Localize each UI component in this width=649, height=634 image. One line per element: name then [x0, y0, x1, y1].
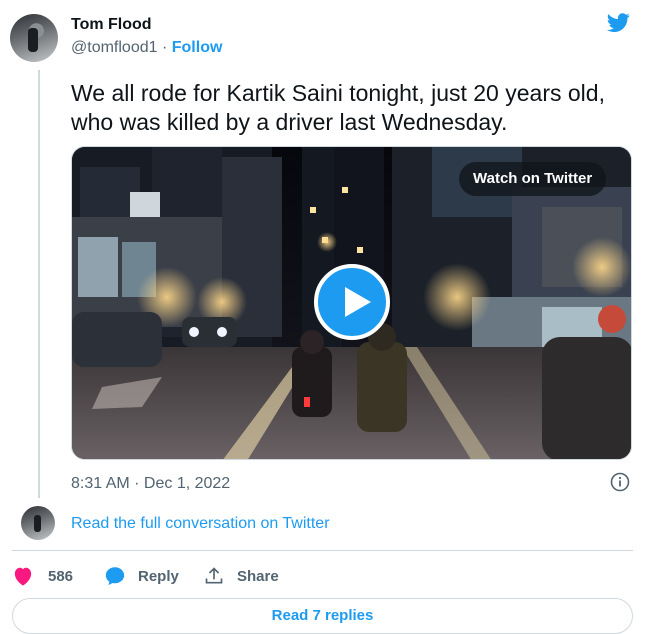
author-name[interactable]: Tom Flood	[71, 16, 152, 34]
like-count: 586	[48, 567, 74, 585]
tweet-text: We all rode for Kartik Saini tonight, ju…	[71, 80, 605, 135]
read-replies-button[interactable]: Read 7 replies	[12, 598, 633, 634]
conversation-avatar[interactable]	[21, 506, 55, 540]
handle-separator: ·	[161, 39, 168, 56]
avatar-figure	[34, 515, 41, 532]
reply-label: Reply	[138, 567, 179, 585]
author-avatar[interactable]	[10, 14, 58, 62]
embedded-tweet-card: Tom Flood @tomflood1 · Follow We all rod…	[0, 0, 649, 634]
read-full-conversation-link[interactable]: Read the full conversation on Twitter	[71, 515, 330, 533]
author-handle[interactable]: @tomflood1	[71, 39, 158, 56]
thread-line	[38, 70, 40, 498]
info-icon[interactable]	[610, 472, 630, 492]
tweet-timestamp[interactable]: 8:31 AM · Dec 1, 2022	[71, 475, 230, 493]
author-handle-row: @tomflood1 · Follow	[71, 39, 222, 57]
watch-on-twitter-button[interactable]: Watch on Twitter	[459, 162, 607, 196]
divider	[12, 550, 633, 551]
avatar-figure	[28, 28, 38, 52]
like-button[interactable]: 586	[12, 563, 73, 589]
heart-icon	[14, 567, 32, 586]
play-icon[interactable]	[314, 264, 390, 340]
share-upload-icon	[205, 567, 223, 584]
reply-button[interactable]: Reply	[104, 563, 179, 589]
share-button[interactable]: Share	[204, 563, 279, 589]
reply-bubble-icon	[105, 567, 125, 586]
twitter-bird-icon[interactable]	[605, 11, 632, 34]
follow-link[interactable]: Follow	[172, 39, 223, 56]
share-label: Share	[237, 567, 279, 585]
